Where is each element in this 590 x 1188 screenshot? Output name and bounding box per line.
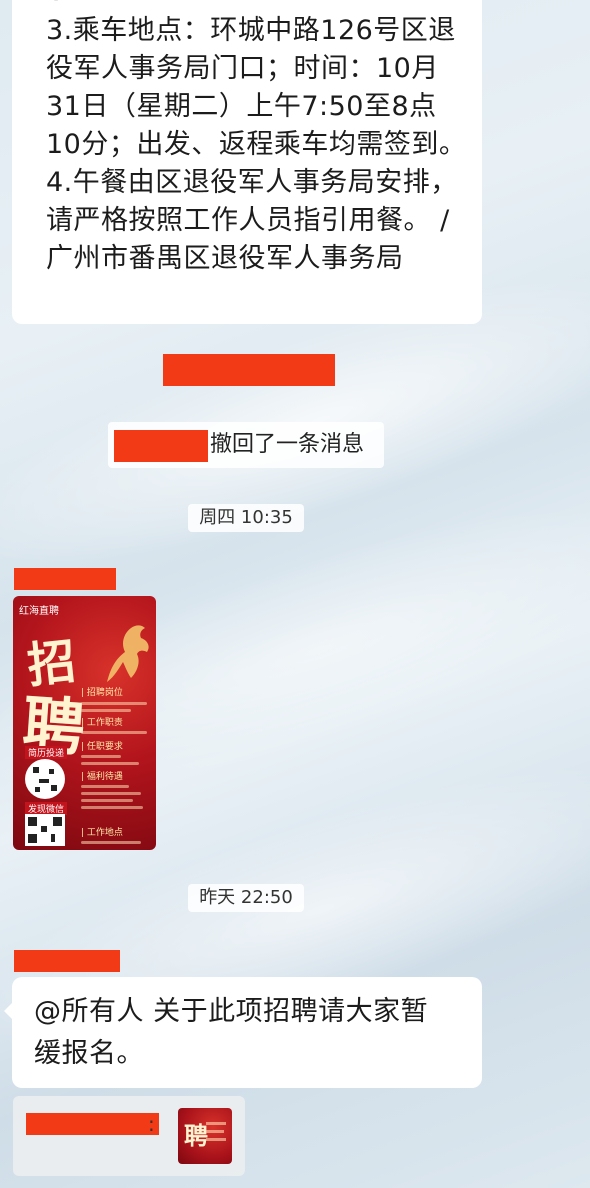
poster-text-line xyxy=(81,806,143,809)
quote-separator: : xyxy=(148,1112,155,1136)
poster-text-line xyxy=(81,755,121,758)
poster-text-line xyxy=(81,841,141,844)
redacted-quoted-sender xyxy=(26,1113,159,1135)
thumbnail-text-line xyxy=(206,1130,224,1133)
poster-section-label: | 招聘岗位 xyxy=(81,688,123,698)
poster-text-line xyxy=(81,731,147,734)
notice-line: 役军人事务局门口；时间：10月 xyxy=(46,53,439,84)
bubble-tail xyxy=(4,1003,12,1019)
timestamp: 昨天 22:50 xyxy=(188,884,304,912)
poster-section-label: | 福利待遇 xyxy=(81,772,123,782)
poster-text-line xyxy=(81,762,139,765)
recall-notice: 撤回了一条消息 xyxy=(108,422,384,468)
horse-icon xyxy=(107,625,149,682)
notice-line: 31日（星期二）上午7:50至8点 xyxy=(46,91,437,122)
redacted-sender-name xyxy=(14,568,116,590)
thumbnail-text-line xyxy=(206,1122,226,1125)
quoted-message[interactable]: : 聘 xyxy=(13,1096,245,1176)
poster-logo: 红海直聘 xyxy=(19,606,59,617)
notice-line: 广州市番禺区退役军人事务局 xyxy=(46,243,404,274)
qr-code-icon xyxy=(25,759,65,799)
poster-text-line xyxy=(81,799,133,802)
notice-line: 求。 xyxy=(46,0,486,12)
poster-text-line xyxy=(81,792,141,795)
thumbnail-char: 聘 xyxy=(184,1121,208,1150)
poster-text-line xyxy=(81,702,147,705)
notice-line: 请严格按照工作人员指引用餐。 / xyxy=(46,205,450,236)
redacted-name xyxy=(114,430,208,462)
poster-text-line xyxy=(81,785,129,788)
poster-section-label: | 任职要求 xyxy=(81,742,123,752)
announcement-message-bubble[interactable]: @所有人 关于此项招聘请大家暂 缓报名。 xyxy=(4,977,482,1088)
timestamp: 周四 10:35 xyxy=(188,504,304,532)
redacted-sender-name xyxy=(14,950,120,972)
recruitment-poster-image[interactable]: 红海直聘 招 聘 | 招聘岗位 | 工作职责 | 任职要求 | 福利待遇 | 工… xyxy=(13,596,156,850)
poster-section-label: | 工作职责 xyxy=(81,718,123,728)
notice-message-bubble[interactable]: 求。 3.乘车地点：环城中路126号区退 役军人事务局门口；时间：10月 31日… xyxy=(12,0,482,324)
announcement-line: 缓报名。 xyxy=(34,1038,144,1069)
notice-line: 4.午餐由区退役军人事务局安排， xyxy=(46,167,458,198)
announcement-text: @所有人 关于此项招聘请大家暂 缓报名。 xyxy=(34,991,474,1075)
poster-qr-label: 简历投递 xyxy=(25,746,68,759)
notice-message-text: 求。 3.乘车地点：环城中路126号区退 役军人事务局门口；时间：10月 31日… xyxy=(46,0,486,278)
notice-line: 3.乘车地点：环城中路126号区退 xyxy=(46,15,456,46)
recall-notice-text: 撤回了一条消息 xyxy=(210,432,365,457)
redacted-name xyxy=(163,354,335,386)
qr-code-icon xyxy=(25,814,65,846)
quoted-poster-thumbnail[interactable]: 聘 xyxy=(178,1108,232,1164)
poster-section-label: | 工作地点 xyxy=(81,828,123,838)
announcement-line: @所有人 关于此项招聘请大家暂 xyxy=(34,996,429,1027)
poster-text-line xyxy=(81,709,131,712)
thumbnail-text-line xyxy=(206,1138,226,1141)
notice-line: 10分；出发、返程乘车均需签到。 xyxy=(46,129,467,160)
